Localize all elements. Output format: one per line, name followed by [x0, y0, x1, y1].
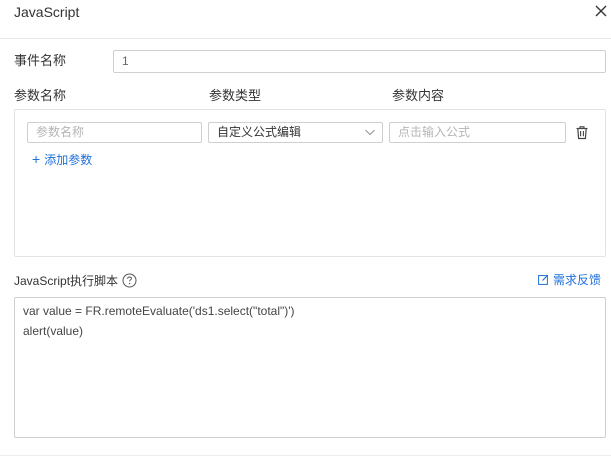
code-line: alert(value)	[23, 324, 84, 338]
param-name-header: 参数名称	[14, 88, 67, 103]
param-name-input[interactable]: 参数名称	[27, 122, 202, 143]
param-content-input[interactable]: 点击输入公式	[389, 122, 566, 143]
param-content-header: 参数内容	[392, 88, 445, 103]
add-param-label: 添加参数	[44, 153, 93, 167]
bottom-divider	[0, 455, 611, 456]
feedback-link[interactable]: 需求反馈	[538, 272, 601, 288]
param-type-header: 参数类型	[209, 88, 262, 103]
script-label: JavaScript执行脚本	[14, 274, 119, 288]
edit-icon	[538, 274, 549, 285]
help-icon[interactable]	[122, 273, 137, 288]
param-type-select[interactable]: 自定义公式编辑	[208, 122, 383, 143]
close-icon[interactable]	[594, 4, 608, 18]
script-editor[interactable]: var value = FR.remoteEvaluate('ds1.selec…	[14, 297, 606, 438]
code-line: var value = FR.remoteEvaluate('ds1.selec…	[23, 304, 295, 318]
add-param-button[interactable]: + 添加参数	[32, 151, 92, 168]
feedback-label: 需求反馈	[553, 273, 602, 287]
trash-icon[interactable]	[575, 125, 589, 140]
dialog-title: JavaScript	[14, 4, 80, 20]
chevron-down-icon	[365, 129, 375, 136]
plus-icon: +	[32, 151, 41, 167]
event-name-input[interactable]: 1	[113, 50, 606, 73]
dialog-titlebar	[0, 0, 611, 39]
event-name-label: 事件名称	[14, 53, 67, 68]
